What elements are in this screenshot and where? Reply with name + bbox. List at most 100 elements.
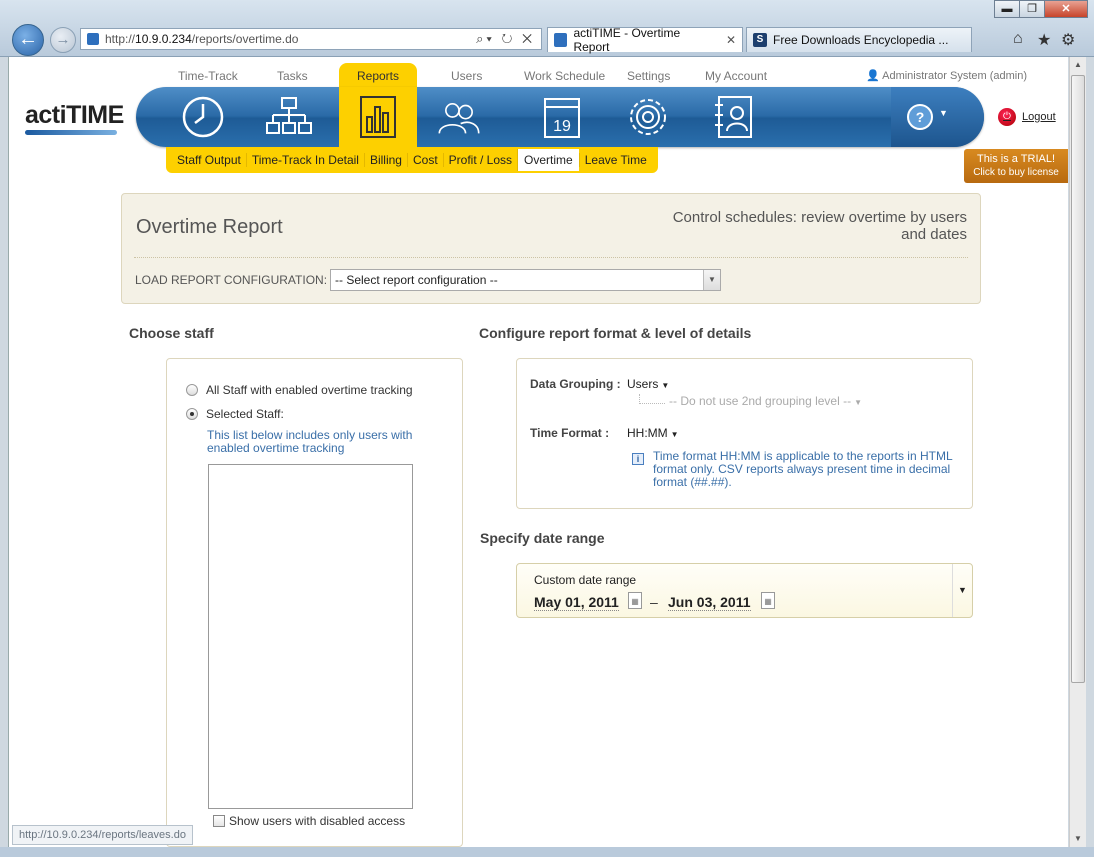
report-config-select[interactable]: -- Select report configuration -- ▼	[330, 269, 721, 291]
window-controls: ▬ ❐ ✕	[994, 0, 1088, 18]
help-menu[interactable]: ? ▼	[891, 87, 984, 147]
show-disabled-users[interactable]: Show users with disabled access	[213, 814, 405, 828]
date-range-picker[interactable]: Custom date range May 01, 2011 ▦ – Jun 0…	[516, 563, 973, 618]
logout-link[interactable]: ⏻ Logout	[998, 108, 1056, 126]
trial-badge[interactable]: This is a TRIAL! Click to buy license	[964, 149, 1068, 183]
help-icon: ?	[907, 104, 933, 130]
date-range-label: Custom date range	[534, 573, 637, 587]
chevron-down-icon[interactable]: ▼	[952, 564, 972, 617]
tab-softpedia[interactable]: S Free Downloads Encyclopedia ...	[746, 27, 972, 52]
close-tab-icon[interactable]: ✕	[726, 33, 736, 47]
scroll-down-icon[interactable]: ▼	[1070, 831, 1086, 847]
calendar-icon[interactable]: ▦	[628, 592, 642, 609]
tab-label: Free Downloads Encyclopedia ...	[773, 33, 949, 47]
user-name: Administrator System (admin)	[882, 70, 1027, 82]
settings-gear-icon[interactable]	[625, 95, 671, 139]
choose-staff-title: Choose staff	[129, 325, 214, 341]
page-tagline: Control schedules: review overtime by us…	[672, 209, 967, 243]
tab-actitime[interactable]: actiTIME - Overtime Report ✕	[547, 26, 743, 54]
date-separator: –	[650, 594, 658, 610]
clock-icon[interactable]	[180, 95, 226, 139]
date-from[interactable]: May 01, 2011	[534, 594, 619, 611]
actitime-logo[interactable]: actiTIME	[25, 101, 124, 135]
radio-selected-staff[interactable]: Selected Staff:	[186, 407, 284, 421]
radio-label: Selected Staff:	[206, 407, 284, 421]
tasks-tree-icon[interactable]	[266, 95, 312, 139]
subnav-overtime[interactable]: Overtime	[517, 149, 579, 171]
chevron-down-icon: ▼	[939, 108, 948, 118]
chevron-down-icon: ▼	[854, 398, 863, 407]
second-grouping-dropdown[interactable]: -- Do not use 2nd grouping level -- ▼	[639, 394, 862, 408]
reports-chart-icon[interactable]	[355, 95, 401, 139]
browser-chrome: ▬ ❐ ✕ ← → http://10.9.0.234/reports/over…	[0, 0, 1094, 57]
maximize-button[interactable]: ❐	[1019, 0, 1045, 18]
data-grouping-label: Data Grouping :	[530, 377, 621, 391]
address-actions[interactable]: ⌕▾ ↻ ✕	[476, 31, 541, 47]
nav-time-track[interactable]: Time-Track	[178, 69, 238, 83]
radio-all-staff[interactable]: All Staff with enabled overtime tracking	[186, 383, 413, 397]
trial-title: This is a TRIAL!	[976, 153, 1056, 165]
user-icon: 👤	[865, 70, 883, 82]
radio-button[interactable]	[186, 384, 198, 396]
subnav-billing[interactable]: Billing	[363, 153, 407, 167]
subnav-staff-output[interactable]: Staff Output	[172, 153, 246, 167]
reports-subnav: Staff Output Time-Track In Detail Billin…	[166, 147, 658, 173]
chevron-down-icon[interactable]: ▼	[703, 270, 720, 290]
address-bar[interactable]: http://10.9.0.234/reports/overtime.do ⌕▾…	[80, 28, 542, 50]
radio-button-checked[interactable]	[186, 408, 198, 420]
scrollbar-thumb[interactable]	[1071, 75, 1085, 683]
subnav-leave-time[interactable]: Leave Time	[578, 153, 652, 167]
staff-list[interactable]	[208, 464, 413, 809]
date-to[interactable]: Jun 03, 2011	[668, 594, 751, 611]
staff-panel: All Staff with enabled overtime tracking…	[166, 358, 463, 847]
tab-label: actiTIME - Overtime Report	[573, 26, 681, 54]
date-range-title: Specify date range	[480, 530, 605, 546]
subnav-profit-loss[interactable]: Profit / Loss	[442, 153, 517, 167]
buy-license-link: Click to buy license	[973, 167, 1059, 178]
close-window-button[interactable]: ✕	[1044, 0, 1088, 18]
staff-note: This list below includes only users with…	[207, 428, 413, 455]
home-icon[interactable]: ⌂	[1013, 30, 1023, 48]
forward-button[interactable]: →	[50, 27, 76, 53]
checkbox[interactable]	[213, 815, 225, 827]
svg-text:19: 19	[553, 118, 571, 135]
calendar-icon[interactable]: ▦	[761, 592, 775, 609]
users-icon[interactable]	[436, 95, 482, 139]
radio-label: All Staff with enabled overtime tracking	[206, 383, 413, 397]
softpedia-icon: S	[753, 33, 767, 47]
format-panel: Data Grouping : Users ▼ -- Do not use 2nd…	[516, 358, 973, 509]
scroll-up-icon[interactable]: ▲	[1070, 57, 1086, 73]
back-button[interactable]: ←	[12, 24, 44, 56]
calendar-icon[interactable]: 19	[540, 95, 586, 139]
checkbox-label: Show users with disabled access	[229, 814, 406, 828]
time-format-dropdown[interactable]: HH:MM ▼	[627, 426, 679, 440]
logo-text: actiTIME	[25, 101, 124, 129]
main-icon-bar: 19 ? ▼	[136, 87, 984, 147]
info-icon: i	[630, 451, 646, 467]
status-bar-url: http://10.9.0.234/reports/leaves.do	[12, 825, 193, 845]
subnav-cost[interactable]: Cost	[406, 153, 443, 167]
chevron-down-icon: ▼	[661, 381, 670, 390]
report-header: Overtime Report Control schedules: revie…	[121, 193, 981, 304]
vertical-scrollbar[interactable]: ▲ ▼	[1069, 57, 1086, 847]
favorites-icon[interactable]: ★	[1037, 30, 1051, 50]
data-grouping-dropdown[interactable]: Users ▼	[627, 377, 669, 391]
subnav-time-track-in-detail[interactable]: Time-Track In Detail	[245, 153, 364, 167]
account-card-icon[interactable]	[711, 95, 757, 139]
logout-label: Logout	[1022, 111, 1056, 123]
page-content: Time-Track Tasks Reports Users Work Sche…	[8, 57, 1068, 847]
select-value: -- Select report configuration --	[335, 273, 498, 287]
time-format-label: Time Format :	[530, 426, 610, 440]
power-icon: ⏻	[998, 108, 1016, 126]
logo-swoosh	[25, 130, 117, 135]
nav-work-schedule[interactable]: Work Schedule	[524, 69, 605, 83]
nav-tasks[interactable]: Tasks	[277, 69, 308, 83]
nav-settings[interactable]: Settings	[627, 69, 670, 83]
dropdown-value: -- Do not use 2nd grouping level --	[669, 394, 852, 408]
nav-my-account[interactable]: My Account	[705, 69, 767, 83]
configure-format-title: Configure report format & level of detai…	[479, 325, 752, 341]
nav-users[interactable]: Users	[451, 69, 482, 83]
tools-icon[interactable]: ⚙	[1061, 30, 1075, 50]
dropdown-value: Users	[627, 377, 659, 391]
minimize-button[interactable]: ▬	[994, 0, 1020, 18]
